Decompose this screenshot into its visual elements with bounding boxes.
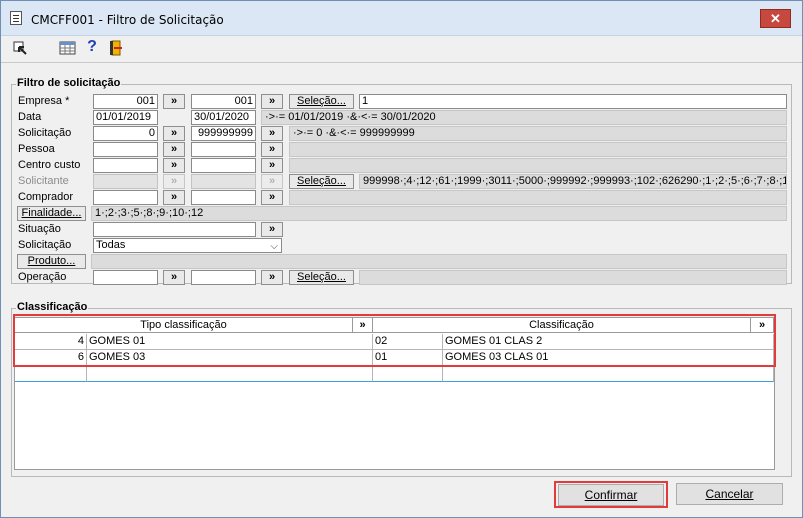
data-label: Data [18,111,42,123]
filtro-solicitacao-window: CMCFF001 - Filtro de Solicitação ✕ ? Fil… [0,0,803,518]
comprador-to-arrow-button[interactable]: » [261,190,283,205]
centro-custo-to-arrow-button[interactable]: » [261,158,283,173]
solicitacao-tipo-label: Solicitação [18,239,72,251]
pessoa-from-input[interactable] [93,142,158,157]
grid-new-row-cell[interactable] [443,366,774,382]
solicitacao-range-summary: ·>·= 0 ·&·<·= 999999999 [289,126,787,141]
data-from-input[interactable]: 01/01/2019 [93,110,158,125]
finalidade-button[interactable]: Finalidade... [17,206,86,221]
centro-custo-summary [289,158,787,173]
empresa-to-arrow-button[interactable]: » [261,94,283,109]
solicitante-selecao-label: Seleção... [297,175,346,187]
chevron-down-icon: ⌵ [270,241,278,252]
pessoa-summary [289,142,787,157]
comprador-label: Comprador [18,191,74,203]
solicitacao-tipo-value: Todas [96,239,126,251]
solicitacao-from-input[interactable]: 0 [93,126,158,141]
finalidade-label: Finalidade... [21,207,82,219]
finalidade-selection-list: 1·;2·;3·;5·;8·;9·;10·;12 [91,206,787,221]
empresa-to-input[interactable]: 001 [191,94,256,109]
solicitacao-label: Solicitação [18,127,72,139]
centro-custo-label: Centro custo [18,159,81,171]
solicitacao-to-arrow-button[interactable]: » [261,126,283,141]
toolbar: ? [1,36,802,63]
operacao-from-input[interactable] [93,270,158,285]
solicitacao-tipo-select[interactable]: Todas ⌵ [93,238,282,253]
operacao-to-input[interactable] [191,270,256,285]
grid-new-row-cell[interactable] [87,366,373,382]
solicitante-from-arrow-button: » [163,174,185,189]
solicitacao-to-input[interactable]: 999999999 [191,126,256,141]
confirmar-button[interactable]: Confirmar [558,484,664,506]
solicitante-selecao-button[interactable]: Seleção... [289,174,354,189]
grid-vertical-scrollbar[interactable] [775,317,791,470]
solicitante-from-input [93,174,158,189]
empresa-from-arrow-button[interactable]: » [163,94,185,109]
solicitante-selection-list: 999998·;4·;12·;61·;1999·;3011·;5000·;999… [359,174,787,189]
exit-door-icon[interactable] [107,39,125,57]
title-bar: CMCFF001 - Filtro de Solicitação ✕ [1,1,802,36]
operacao-label: Operação [18,271,67,283]
grid-new-row-cell[interactable] [373,366,443,382]
data-to-input[interactable]: 30/01/2020 [191,110,256,125]
pessoa-from-arrow-button[interactable]: » [163,142,185,157]
centro-custo-to-input[interactable] [191,158,256,173]
data-range-summary: ·>·= 01/01/2019 ·&·<·= 30/01/2020 [261,110,787,125]
document-icon [10,11,22,25]
comprador-from-arrow-button[interactable]: » [163,190,185,205]
table-grid-icon[interactable] [59,39,77,57]
comprador-summary [289,190,787,205]
empresa-selection-field[interactable]: 1 [359,94,787,109]
dialog-body: Filtro de solicitação Empresa * 001 » 00… [1,63,802,517]
cancelar-button[interactable]: Cancelar [676,483,783,505]
solicitante-to-arrow-button: » [261,174,283,189]
produto-selection-list [91,254,787,269]
close-button[interactable]: ✕ [760,9,791,28]
situacao-arrow-button[interactable]: » [261,222,283,237]
operacao-selecao-label: Seleção... [297,271,346,283]
arrow-cursor-icon[interactable] [11,39,29,57]
comprador-from-input[interactable] [93,190,158,205]
pessoa-label: Pessoa [18,143,55,155]
situacao-label: Situação [18,223,61,235]
filtro-group-legend: Filtro de solicitação [16,77,122,89]
operacao-from-arrow-button[interactable]: » [163,270,185,285]
grid-highlight-box [13,314,776,367]
centro-custo-from-arrow-button[interactable]: » [163,158,185,173]
empresa-selecao-button[interactable]: Seleção... [289,94,354,109]
solicitante-label: Solicitante [18,175,69,187]
pessoa-to-arrow-button[interactable]: » [261,142,283,157]
produto-label: Produto... [27,255,76,267]
empresa-label: Empresa * [18,95,70,107]
empresa-selecao-label: Seleção... [297,95,346,107]
solicitacao-from-arrow-button[interactable]: » [163,126,185,141]
produto-button[interactable]: Produto... [17,254,86,269]
situacao-input[interactable] [93,222,256,237]
grid-new-row-cell[interactable] [15,366,87,382]
operacao-selection-list [359,270,787,285]
pessoa-to-input[interactable] [191,142,256,157]
operacao-selecao-button[interactable]: Seleção... [289,270,354,285]
confirmar-label: Confirmar [584,488,638,502]
solicitante-to-input [191,174,256,189]
cancelar-label: Cancelar [705,487,754,501]
centro-custo-from-input[interactable] [93,158,158,173]
help-icon[interactable]: ? [83,38,101,56]
window-title: CMCFF001 - Filtro de Solicitação [31,13,224,27]
comprador-to-input[interactable] [191,190,256,205]
empresa-from-input[interactable]: 001 [93,94,158,109]
operacao-to-arrow-button[interactable]: » [261,270,283,285]
classificacao-group-legend: Classificação [16,301,89,313]
